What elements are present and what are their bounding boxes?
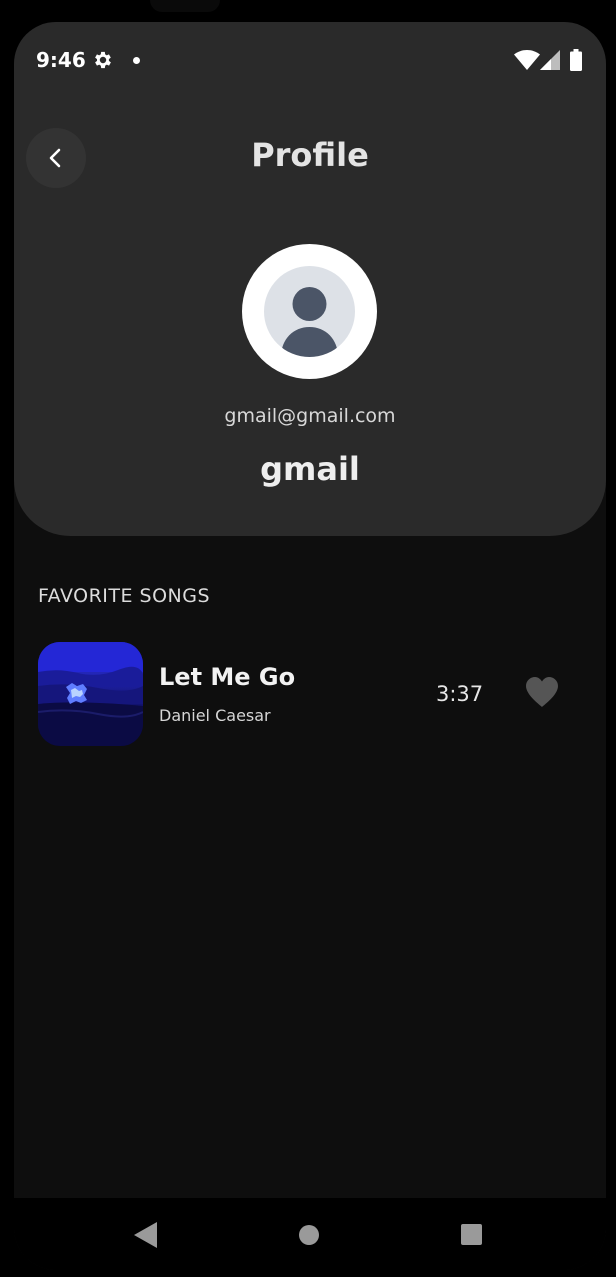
camera-notch	[150, 0, 220, 12]
app-screen: 9:46 Profile gmail@gmail.com gmail FAVOR…	[14, 22, 606, 1270]
status-bar: 9:46	[14, 22, 606, 98]
album-art-image	[38, 642, 143, 746]
status-time: 9:46	[36, 48, 86, 72]
song-title: Let Me Go	[159, 663, 296, 691]
avatar-placeholder	[264, 266, 355, 357]
notification-dot-icon	[133, 57, 140, 64]
gear-icon	[95, 51, 111, 69]
back-triangle-icon[interactable]	[134, 1222, 158, 1248]
home-circle-icon[interactable]	[299, 1225, 319, 1245]
favorite-toggle-button[interactable]	[524, 676, 564, 712]
recents-square-icon[interactable]	[461, 1224, 482, 1245]
profile-header-card: 9:46 Profile gmail@gmail.com gmail	[14, 22, 606, 536]
signal-icon	[540, 50, 560, 70]
person-placeholder-icon	[281, 287, 338, 357]
song-list-item[interactable]: Let Me Go Daniel Caesar 3:37	[38, 642, 582, 746]
wifi-icon	[514, 50, 540, 70]
heart-icon	[526, 677, 558, 707]
device-frame: 9:46 Profile gmail@gmail.com gmail FAVOR…	[0, 0, 616, 1277]
profile-username: gmail	[260, 450, 360, 488]
page-title: Profile	[251, 136, 369, 174]
avatar[interactable]	[242, 244, 377, 379]
song-artist: Daniel Caesar	[159, 706, 271, 725]
profile-email: gmail@gmail.com	[224, 405, 396, 427]
system-nav-bar	[14, 1198, 606, 1270]
album-art	[38, 642, 143, 746]
song-duration: 3:37	[436, 682, 484, 706]
favorite-songs-heading: FAVORITE SONGS	[38, 585, 211, 607]
battery-icon	[570, 49, 582, 71]
